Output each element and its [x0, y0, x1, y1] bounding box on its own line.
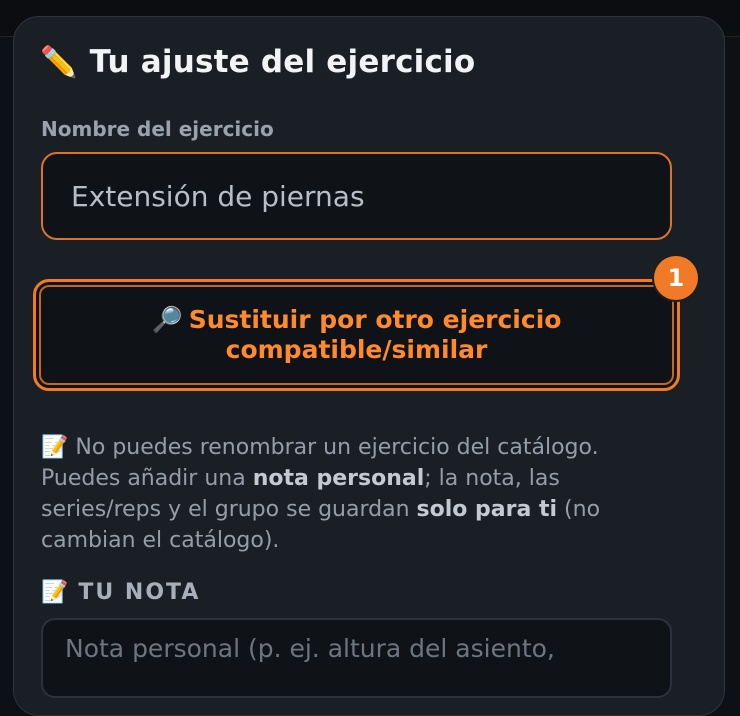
- info-bold-personal-note: nota personal: [252, 466, 425, 491]
- memo-icon: 📝: [41, 580, 69, 605]
- personal-note-textarea[interactable]: [41, 618, 672, 698]
- note-heading-text: TU NOTA: [78, 580, 201, 605]
- magnifier-icon: 🔎: [151, 305, 183, 334]
- pencil-icon: ✏️: [40, 45, 78, 80]
- exercise-name-input[interactable]: [41, 152, 672, 240]
- panel-title-text: Tu ajuste del ejercicio: [89, 44, 476, 80]
- substitute-button-line2: compatible/similar: [225, 335, 488, 364]
- substitute-button-line1: Sustituir por otro ejercicio: [188, 305, 562, 334]
- note-section-heading: 📝 TU NOTA: [41, 580, 200, 605]
- info-text: 📝 No puedes renombrar un ejercicio del c…: [41, 432, 671, 556]
- substitute-exercise-button[interactable]: 🔎 Sustituir por otro ejercicio compatible…: [33, 279, 680, 391]
- step-badge: 1: [654, 256, 698, 300]
- info-bold-only-you: solo para ti: [416, 497, 558, 522]
- exercise-name-label: Nombre del ejercicio: [41, 117, 274, 141]
- memo-icon: 📝: [41, 435, 69, 460]
- panel-title: ✏️ Tu ajuste del ejercicio: [40, 44, 475, 80]
